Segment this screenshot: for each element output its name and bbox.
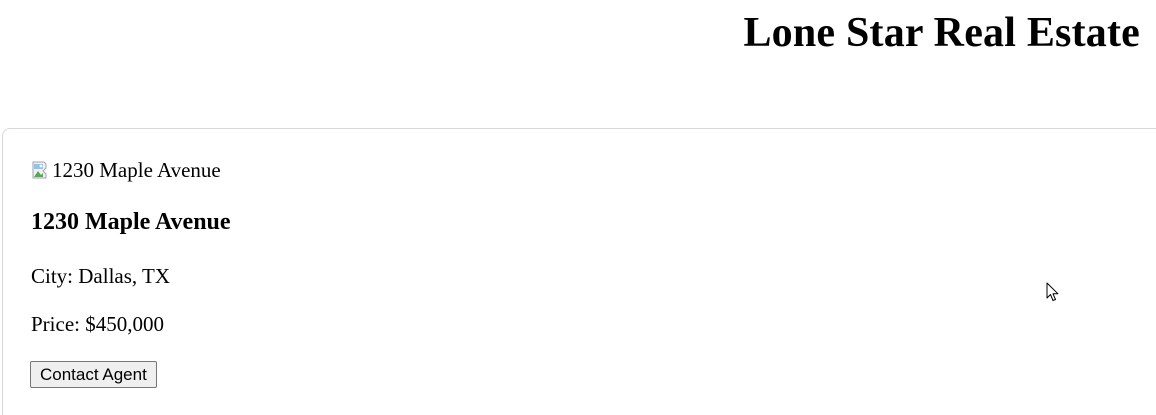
broken-image-icon — [31, 160, 51, 180]
listing-address: 1230 Maple Avenue — [31, 209, 231, 235]
contact-agent-button[interactable]: Contact Agent — [30, 361, 157, 388]
listing-price: Price: $450,000 — [31, 312, 164, 336]
listing-city: City: Dallas, TX — [31, 264, 171, 288]
listing-image: 1230 Maple Avenue — [31, 158, 221, 182]
image-alt-text: 1230 Maple Avenue — [52, 158, 221, 182]
site-title: Lone Star Real Estate — [743, 10, 1140, 56]
listing-card: 1230 Maple Avenue 1230 Maple Avenue City… — [2, 128, 1156, 415]
